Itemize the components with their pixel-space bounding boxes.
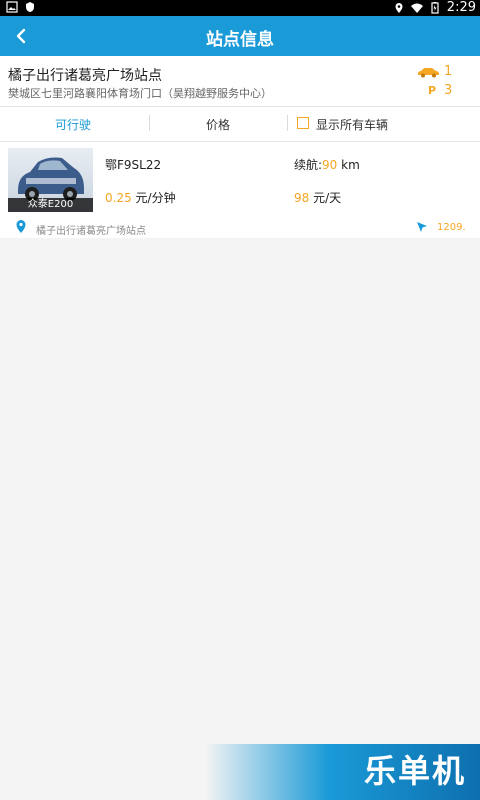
app-header: 站点信息 [0, 16, 480, 56]
parking-icon: P [428, 84, 437, 97]
price-per-day-value: 98 [294, 191, 310, 205]
tab-divider [287, 115, 288, 131]
location-status-icon [395, 2, 403, 13]
location-row: 橘子出行诸葛亮广场站点 1209. [0, 218, 480, 238]
wifi-icon [410, 3, 423, 13]
vehicle-location: 橘子出行诸葛亮广场站点 [36, 226, 146, 237]
vehicle-distance: 1209. [437, 222, 466, 233]
price-per-minute-unit: 元/分钟 [131, 191, 176, 205]
parking-count: 3 [444, 83, 453, 98]
filter-bar: 可行驶 价格 显示所有车辆 [0, 107, 480, 142]
status-time: 2:29 [446, 0, 476, 15]
station-address: 樊城区七里河路襄阳体育场门口（昊翔越野服务中心） [8, 87, 272, 100]
car-photo: 众泰E200 [8, 148, 93, 212]
price-per-minute: 0.25 元/分钟 [105, 189, 176, 206]
price-per-minute-value: 0.25 [105, 191, 132, 205]
range-info: 续航:90 km [294, 156, 360, 173]
range-label: 续航: [294, 158, 323, 172]
show-all-label[interactable]: 显示所有车辆 [316, 116, 388, 133]
image-notification-icon [6, 1, 18, 13]
navigation-arrow-icon[interactable] [416, 221, 428, 233]
location-pin-icon [16, 220, 26, 233]
watermark-logo-text: 乐单机 [363, 752, 466, 790]
watermark-banner: 乐单机 [205, 744, 480, 800]
station-name: 橘子出行诸葛亮广场站点 [8, 68, 162, 84]
available-car-count: 1 [444, 64, 453, 79]
tab-price[interactable]: 价格 [206, 116, 230, 133]
plate-number: 鄂F9SL22 [105, 158, 162, 172]
page-title: 站点信息 [206, 30, 274, 50]
price-per-day: 98 元/天 [294, 189, 341, 206]
battery-icon [431, 1, 439, 14]
price-per-day-unit: 元/天 [309, 191, 342, 205]
car-icon [418, 68, 439, 78]
range-value: 90 [322, 158, 338, 172]
vehicle-card[interactable]: 众泰E200 鄂F9SL22 续航:90 km 0.25 元/分钟 98 元/天… [0, 142, 480, 238]
tab-drivable[interactable]: 可行驶 [55, 116, 91, 133]
tab-divider [149, 115, 150, 131]
show-all-checkbox[interactable] [297, 117, 309, 129]
status-bar: 2:29 [0, 0, 480, 16]
shield-notification-icon [26, 2, 34, 12]
range-unit: km [337, 158, 360, 172]
station-info: 橘子出行诸葛亮广场站点 樊城区七里河路襄阳体育场门口（昊翔越野服务中心） 1 P… [0, 56, 480, 107]
car-model-label: 众泰E200 [8, 198, 93, 212]
